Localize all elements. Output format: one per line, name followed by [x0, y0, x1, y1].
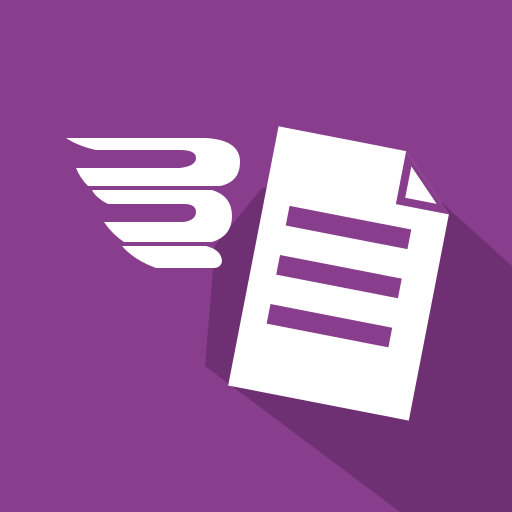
app-icon-artwork — [0, 0, 512, 512]
app-icon — [0, 0, 512, 512]
